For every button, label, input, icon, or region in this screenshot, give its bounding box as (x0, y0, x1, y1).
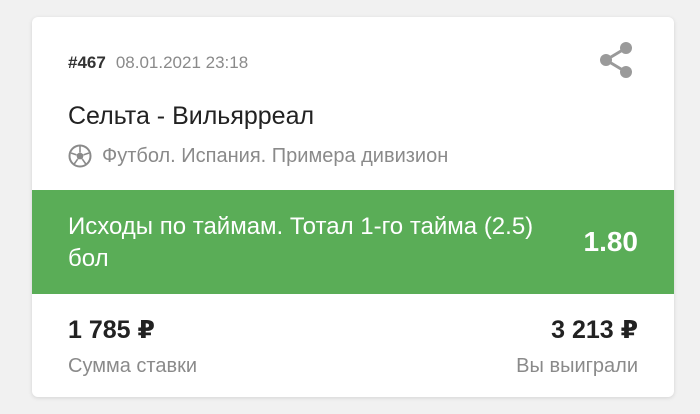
stake-label: Сумма ставки (68, 355, 198, 377)
outcome-banner: Исходы по таймам. Тотал 1-го тайма (2.5)… (32, 190, 674, 294)
stake-amount: 1 785 ₽ (68, 316, 155, 344)
bet-datetime: 08.01.2021 23:18 (115, 53, 249, 72)
bet-meta: #467 08.01.2021 23:18 (68, 53, 248, 73)
win-label: Вы выиграли (516, 355, 638, 377)
bet-card: #467 08.01.2021 23:18 Сельта - Вильярреа… (32, 17, 674, 397)
soccer-ball-icon (68, 144, 92, 168)
win-amount: 3 213 ₽ (551, 316, 638, 344)
bet-id: #467 (68, 53, 106, 72)
outcome-text: Исходы по таймам. Тотал 1-го тайма (2.5)… (68, 213, 534, 272)
sport-line: Футбол. Испания. Примера дивизион (68, 144, 448, 168)
share-icon[interactable] (598, 41, 634, 79)
match-title: Сельта - Вильярреал (68, 102, 315, 130)
odds-value: 1.80 (583, 226, 639, 257)
sport-league-label: Футбол. Испания. Примера дивизион (102, 145, 449, 167)
